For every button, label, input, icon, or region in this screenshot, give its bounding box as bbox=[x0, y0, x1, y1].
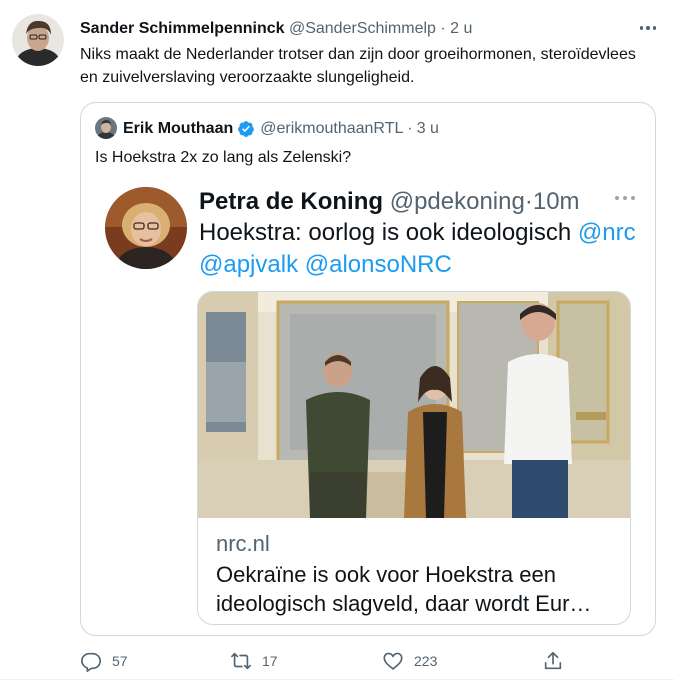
separator-dot: · bbox=[440, 20, 446, 37]
heart-icon bbox=[383, 652, 403, 670]
quote-author-name[interactable]: Erik Mouthaan bbox=[123, 118, 233, 140]
embedded-tweet-image: Petra de Koning @pdekoning·10m Hoekstra:… bbox=[105, 187, 636, 625]
separator-dot: · bbox=[407, 120, 413, 137]
tweet-header: Sander Schimmelpenninck @SanderSchimmelp… bbox=[80, 19, 472, 39]
quote-author-avatar[interactable] bbox=[95, 117, 117, 139]
mention-link: @nrc bbox=[577, 219, 636, 246]
share-icon bbox=[544, 651, 562, 670]
reply-button[interactable]: 57 bbox=[80, 650, 128, 672]
verified-badge-icon bbox=[238, 121, 255, 137]
tweet[interactable]: Sander Schimmelpenninck @SanderSchimmelp… bbox=[0, 0, 674, 680]
quote-time[interactable]: 3 u bbox=[417, 118, 439, 140]
embedded-author-handle: @pdekoning bbox=[389, 188, 525, 215]
reply-icon bbox=[81, 652, 101, 672]
card-domain: nrc.nl bbox=[216, 531, 270, 556]
card-title: Oekraïne is ook voor Hoekstra een ideolo… bbox=[216, 562, 592, 616]
quote-tweet[interactable]: Erik Mouthaan @erikmouthaanRTL · 3 u Is … bbox=[80, 102, 656, 636]
tweet-time[interactable]: 2 u bbox=[450, 20, 472, 37]
retweet-count: 17 bbox=[262, 653, 278, 669]
quote-header: Erik Mouthaan @erikmouthaanRTL · 3 u bbox=[123, 118, 439, 140]
reply-count: 57 bbox=[112, 653, 128, 669]
retweet-icon bbox=[231, 652, 251, 670]
separator-dot: · bbox=[524, 188, 533, 215]
embedded-more-icon bbox=[615, 196, 635, 200]
more-icon[interactable] bbox=[636, 18, 660, 38]
embedded-time: 10m bbox=[532, 188, 580, 215]
quote-text: Is Hoekstra 2x zo lang als Zelenski? bbox=[95, 149, 352, 166]
share-button[interactable] bbox=[542, 650, 564, 672]
link-card: nrc.nl Oekraïne is ook voor Hoekstra een… bbox=[197, 291, 631, 625]
embedded-text: Hoekstra: oorlog is ook ideologisch @nrc… bbox=[199, 217, 639, 281]
mention-link: @apjvalk bbox=[199, 251, 299, 278]
retweet-button[interactable]: 17 bbox=[230, 650, 278, 672]
mention-link: @alonsoNRC bbox=[304, 251, 452, 278]
embedded-header: Petra de Koning @pdekoning·10m bbox=[199, 187, 580, 217]
like-count: 223 bbox=[414, 653, 438, 669]
tweet-text: Niks maakt de Nederlander trotser dan zi… bbox=[80, 46, 636, 86]
card-photo bbox=[198, 292, 630, 518]
action-bar: 57 17 223 bbox=[0, 648, 674, 676]
author-handle[interactable]: @SanderSchimmelp bbox=[289, 20, 436, 37]
like-button[interactable]: 223 bbox=[382, 650, 437, 672]
author-avatar[interactable] bbox=[12, 14, 64, 66]
embedded-author-avatar bbox=[105, 187, 187, 269]
author-name[interactable]: Sander Schimmelpenninck bbox=[80, 20, 285, 37]
embedded-author-name: Petra de Koning bbox=[199, 188, 384, 215]
embedded-text-plain: Hoekstra: oorlog is ook ideologisch bbox=[199, 219, 572, 246]
quote-author-handle[interactable]: @erikmouthaanRTL bbox=[260, 118, 403, 140]
